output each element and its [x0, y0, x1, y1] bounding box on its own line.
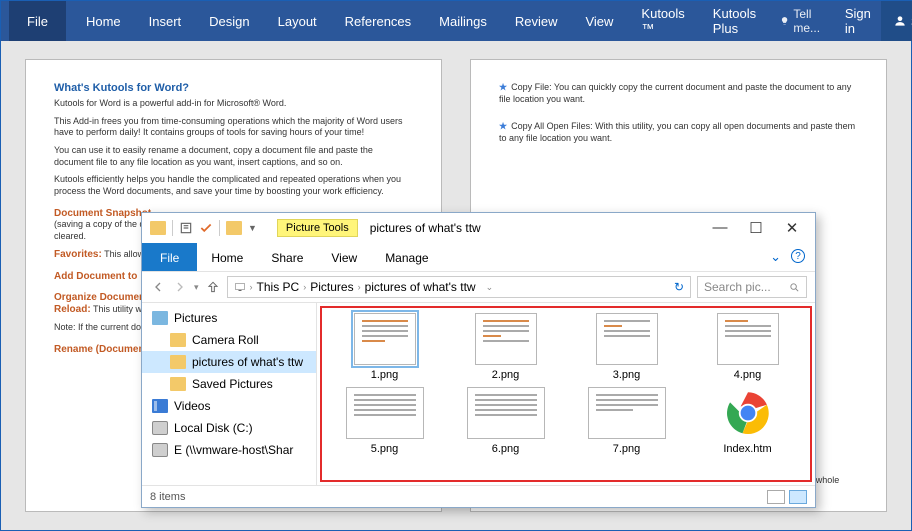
ribbon-tab-kutools-plus[interactable]: Kutools Plus [699, 1, 770, 41]
ribbon-tab-layout[interactable]: Layout [264, 1, 331, 41]
file-thumbnail-html[interactable]: Index.htm [690, 387, 805, 455]
refresh-button[interactable]: ↻ [674, 280, 684, 294]
thumbnail-pane[interactable]: 1.png 2.png 3.png 4.png 5.png 6.png 7.pn… [317, 303, 815, 485]
explorer-tab-view[interactable]: View [317, 243, 371, 271]
nav-tree: Pictures Camera Roll pictures of what's … [142, 303, 317, 485]
word-ribbon: File Home Insert Design Layout Reference… [1, 1, 911, 41]
breadcrumb-item[interactable]: Pictures [310, 280, 353, 294]
breadcrumb-item[interactable]: This PC [257, 280, 300, 294]
picture-tools-tab[interactable]: Picture Tools [277, 219, 358, 237]
file-thumbnail[interactable]: 1.png [327, 313, 442, 381]
quick-access-toolbar: ▼ [150, 220, 257, 236]
explorer-nav: ▾ › This PC › Pictures › pictures of wha… [142, 271, 815, 303]
tree-node-videos[interactable]: Videos [142, 395, 316, 417]
check-icon[interactable] [199, 221, 213, 235]
page2-text: ★Copy File: You can quickly copy the cur… [499, 82, 858, 105]
ribbon-share[interactable]: Share [881, 1, 912, 41]
chrome-icon [725, 390, 771, 436]
chevron-down-icon[interactable]: ▼ [248, 223, 257, 233]
up-button[interactable] [205, 279, 221, 295]
view-thumbnails-button[interactable] [789, 490, 807, 504]
pc-icon [234, 281, 246, 293]
properties-icon[interactable] [179, 221, 193, 235]
page1-text: Kutools for Word is a powerful add-in fo… [54, 98, 413, 110]
explorer-tab-manage[interactable]: Manage [371, 243, 442, 271]
ribbon-signin[interactable]: Sign in [835, 1, 881, 41]
explorer-tab-file[interactable]: File [142, 243, 197, 271]
tree-node-disk-c[interactable]: Local Disk (C:) [142, 417, 316, 439]
page2-text: ★Copy All Open Files: With this utility,… [499, 121, 858, 144]
explorer-titlebar[interactable]: ▼ Picture Tools pictures of what's ttw ―… [142, 213, 815, 243]
page1-text: This Add-in frees you from time-consumin… [54, 116, 413, 139]
ribbon-tell-me-label: Tell me... [793, 7, 824, 35]
back-button[interactable] [150, 279, 166, 295]
maximize-button[interactable]: ☐ [747, 219, 765, 237]
ribbon-tab-review[interactable]: Review [501, 1, 572, 41]
folder-icon[interactable] [226, 221, 242, 235]
explorer-statusbar: 8 items [142, 485, 815, 507]
ribbon-tab-references[interactable]: References [331, 1, 425, 41]
expand-ribbon-icon[interactable]: ⌄ [770, 249, 781, 265]
breadcrumb[interactable]: › This PC › Pictures › pictures of what'… [227, 276, 691, 298]
minimize-button[interactable]: ― [711, 219, 729, 237]
status-item-count: 8 items [150, 491, 185, 503]
person-icon [893, 14, 907, 28]
file-thumbnail[interactable]: 5.png [327, 387, 442, 455]
tree-node-disk-e[interactable]: E (\\vmware-host\Shar [142, 439, 316, 461]
ribbon-tell-me[interactable]: Tell me... [770, 7, 835, 35]
breadcrumb-dropdown[interactable]: ⌄ [486, 282, 494, 293]
ribbon-tab-design[interactable]: Design [195, 1, 263, 41]
ribbon-tab-mailings[interactable]: Mailings [425, 1, 501, 41]
explorer-tab-share[interactable]: Share [257, 243, 317, 271]
search-input[interactable]: Search pic... [697, 276, 807, 298]
file-thumbnail[interactable]: 4.png [690, 313, 805, 381]
search-placeholder: Search pic... [704, 280, 771, 294]
page1-text: Kutools efficiently helps you handle the… [54, 174, 413, 197]
ribbon-tab-insert[interactable]: Insert [135, 1, 196, 41]
lightbulb-icon [780, 14, 789, 28]
explorer-ribbon-tabs: File Home Share View Manage ⌄ ? [142, 243, 815, 271]
ribbon-tab-kutools[interactable]: Kutools ™ [627, 1, 698, 41]
explorer-title: pictures of what's ttw [370, 221, 481, 235]
tree-node-selected[interactable]: pictures of what's ttw [142, 351, 316, 373]
ribbon-tab-view[interactable]: View [571, 1, 627, 41]
file-thumbnail[interactable]: 2.png [448, 313, 563, 381]
folder-icon [150, 221, 166, 235]
page1-heading: What's Kutools for Word? [54, 82, 413, 94]
page1-text: You can use it to easily rename a docume… [54, 145, 413, 168]
ribbon-tab-home[interactable]: Home [72, 1, 135, 41]
file-thumbnail[interactable]: 6.png [448, 387, 563, 455]
help-icon[interactable]: ? [791, 249, 805, 263]
ribbon-tab-file[interactable]: File [9, 1, 66, 41]
recent-dropdown[interactable]: ▾ [194, 282, 199, 293]
explorer-tab-home[interactable]: Home [197, 243, 257, 271]
tree-node[interactable]: Camera Roll [142, 329, 316, 351]
close-button[interactable]: ✕ [783, 219, 801, 237]
file-explorer-window: ▼ Picture Tools pictures of what's ttw ―… [141, 212, 816, 508]
breadcrumb-item[interactable]: pictures of what's ttw [365, 280, 476, 294]
search-icon [789, 282, 800, 293]
file-thumbnail[interactable]: 3.png [569, 313, 684, 381]
tree-node[interactable]: Saved Pictures [142, 373, 316, 395]
view-details-button[interactable] [767, 490, 785, 504]
file-thumbnail[interactable]: 7.png [569, 387, 684, 455]
forward-button[interactable] [172, 279, 188, 295]
tree-node-pictures[interactable]: Pictures [142, 307, 316, 329]
